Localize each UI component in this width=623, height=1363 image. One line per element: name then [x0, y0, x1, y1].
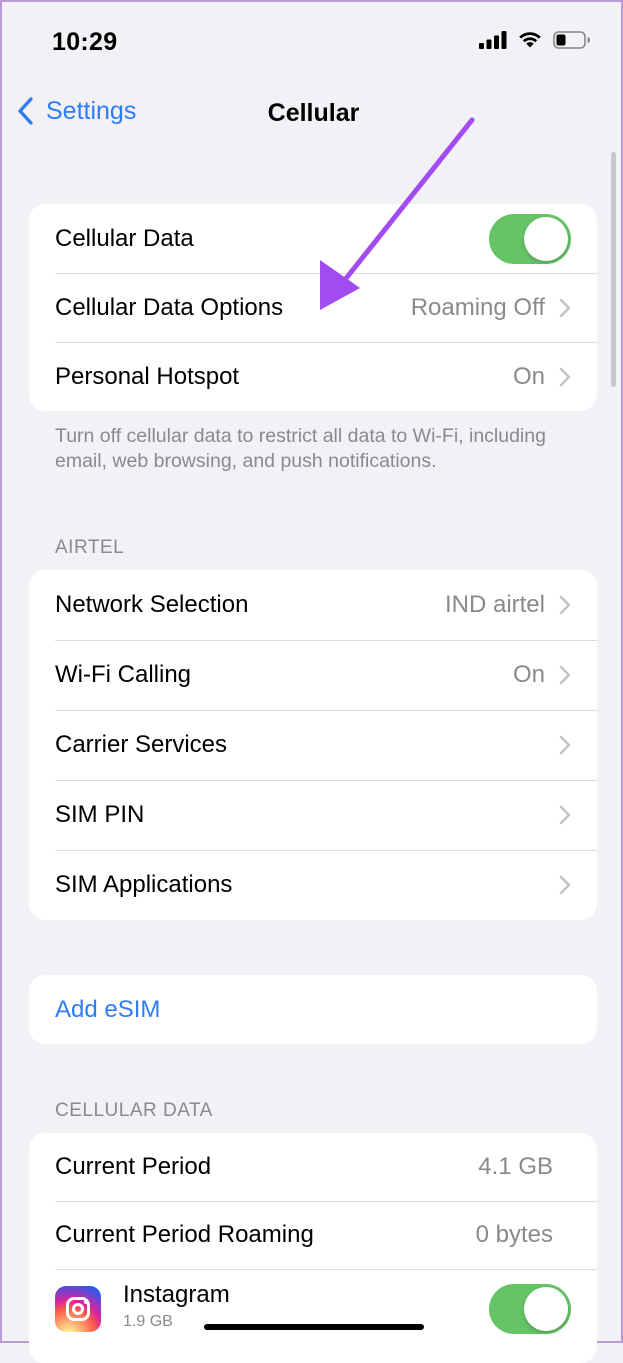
annotation-arrow-icon [320, 117, 475, 310]
home-indicator[interactable] [204, 1324, 424, 1330]
